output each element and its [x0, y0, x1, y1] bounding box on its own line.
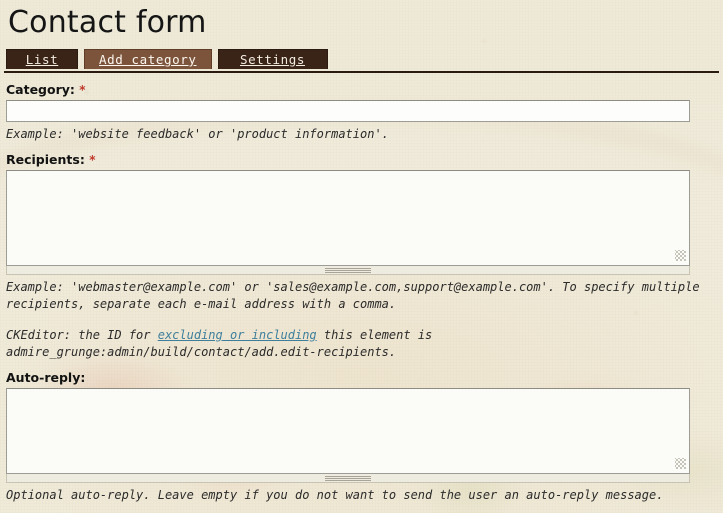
- recipients-ckeditor-note: CKEditor: the ID for excluding or includ…: [6, 327, 706, 361]
- tab-settings[interactable]: Settings: [217, 49, 328, 69]
- tab-list[interactable]: List: [6, 49, 78, 69]
- ckeditor-note-prefix: CKEditor: the ID for: [6, 328, 158, 342]
- category-description: Example: 'website feedback' or 'product …: [6, 127, 389, 141]
- recipients-description: Example: 'webmaster@example.com' or 'sal…: [6, 280, 700, 311]
- page-title: Contact form: [8, 5, 207, 40]
- category-label-text: Category:: [6, 82, 75, 97]
- form-item-category: Category: * Example: 'website feedback' …: [4, 82, 719, 143]
- recipients-required-marker: *: [89, 153, 96, 167]
- resize-handle-icon[interactable]: [675, 250, 686, 261]
- autoreply-textarea[interactable]: [6, 388, 690, 474]
- autoreply-textarea-wrapper: [6, 388, 690, 474]
- category-required-marker: *: [79, 83, 86, 97]
- page-content: Contact form List Add category Settings Ca…: [0, 0, 723, 504]
- primary-tabs: List Add category Settings: [4, 49, 719, 73]
- autoreply-label: Auto-reply:: [6, 370, 86, 385]
- autoreply-description: Optional auto-reply. Leave empty if you …: [6, 488, 664, 502]
- tab-add-category[interactable]: Add category: [84, 49, 212, 69]
- recipients-grippie-handle[interactable]: [6, 266, 690, 275]
- category-label: Category: *: [6, 82, 719, 97]
- recipients-label: Recipients: *: [6, 152, 719, 167]
- resize-handle-icon[interactable]: [675, 458, 686, 469]
- recipients-label-text: Recipients:: [6, 152, 85, 167]
- category-input[interactable]: [6, 100, 690, 122]
- form-item-autoreply: Auto-reply: Optional auto-reply. Leave e…: [4, 370, 719, 504]
- ckeditor-exclude-include-link[interactable]: excluding or including: [158, 328, 317, 342]
- recipients-textarea[interactable]: [6, 170, 690, 266]
- autoreply-grippie-handle[interactable]: [6, 474, 690, 483]
- recipients-textarea-wrapper: [6, 170, 690, 266]
- form-item-recipients: Recipients: * Example: 'webmaster@exampl…: [4, 152, 719, 361]
